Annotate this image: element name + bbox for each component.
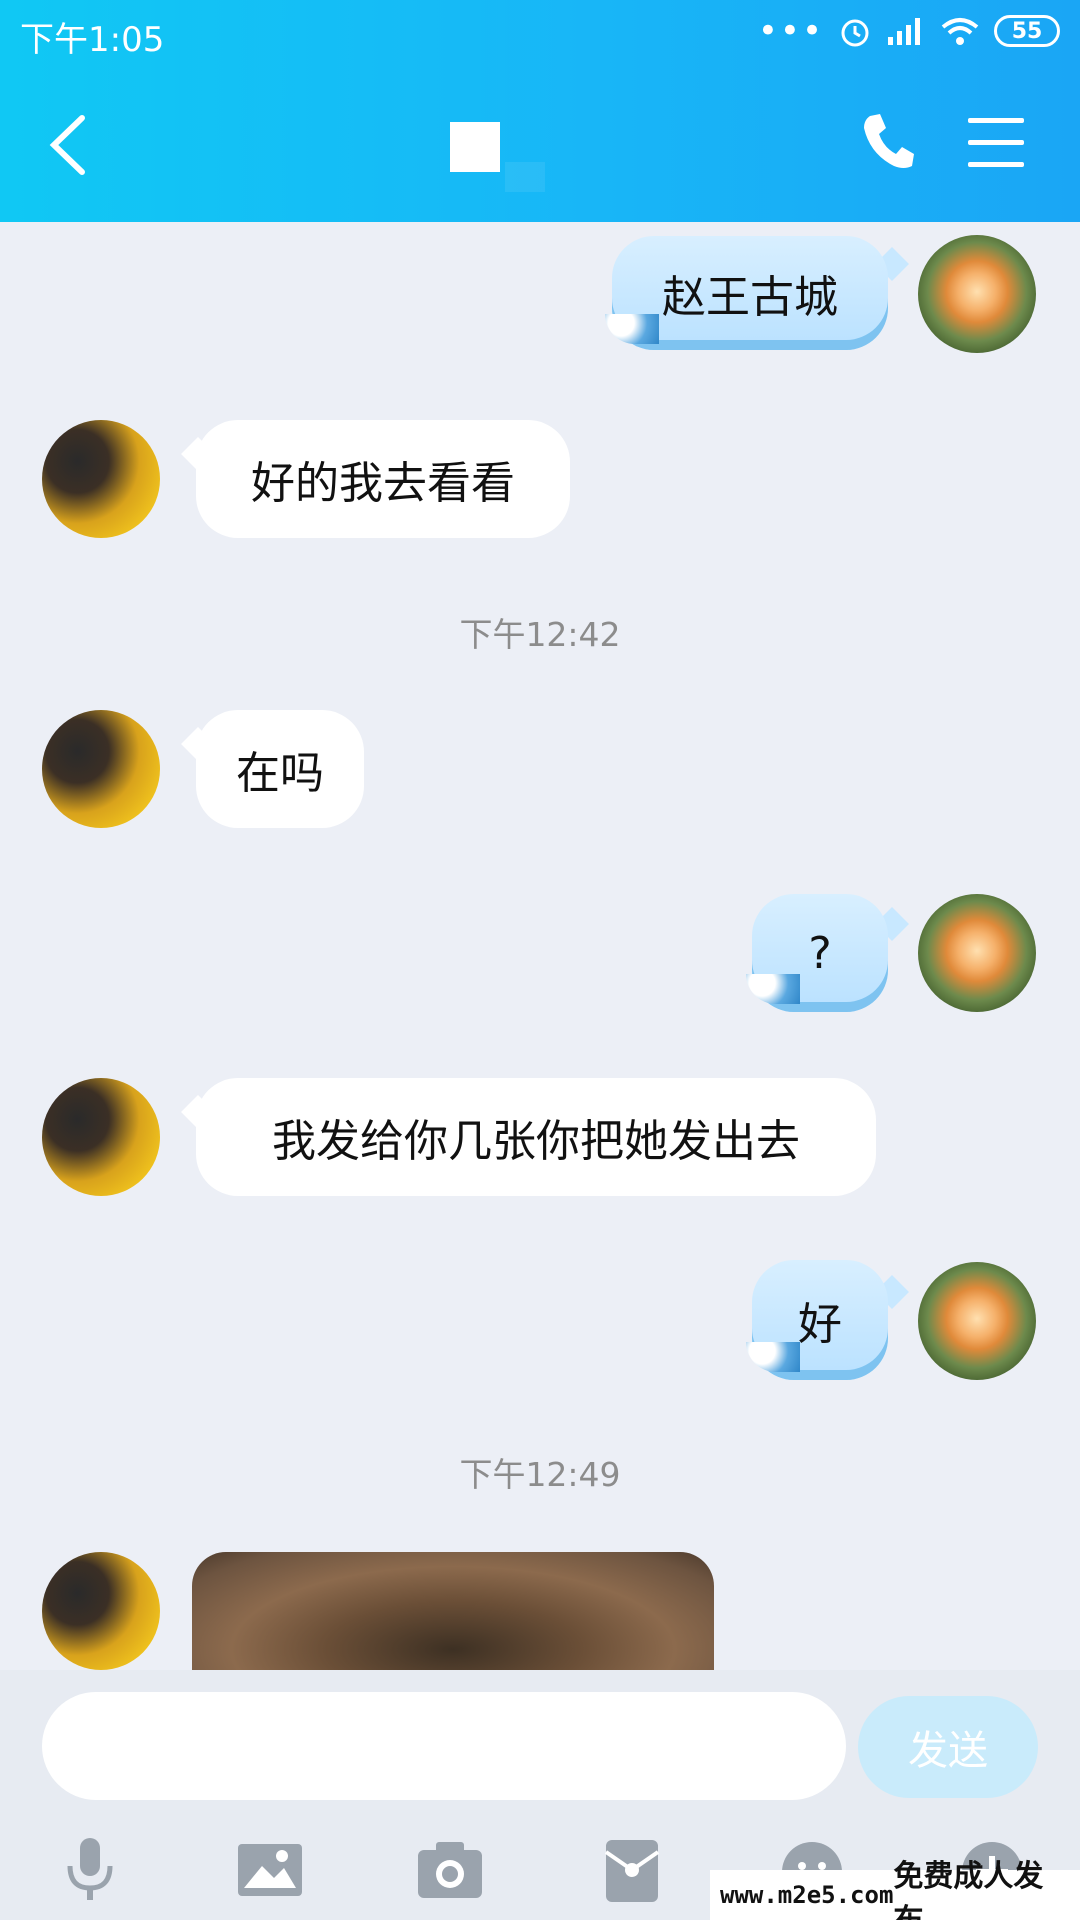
send-button[interactable]: 发送 [858,1696,1038,1798]
battery-indicator: 55 [994,15,1060,47]
watermark: www.m2e5.com 免费成人发布 [710,1859,1080,1920]
microphone-icon[interactable] [54,1834,126,1906]
status-time: 下午1:05 [20,20,165,60]
message-text: 我发给你几张你把她发出去 [272,1116,800,1167]
chat-header: 下午1:05 ••• 55 [0,0,1080,222]
contact-avatar[interactable] [42,1552,160,1670]
status-bar: 下午1:05 ••• 55 [0,0,1080,70]
my-avatar[interactable] [918,894,1036,1012]
alarm-icon [841,19,869,47]
signal-icon [888,18,920,45]
camera-icon[interactable] [414,1834,486,1906]
chevron-left-icon[interactable] [40,110,100,180]
more-dots: ••• [757,11,824,51]
message-input[interactable] [42,1692,846,1800]
message-list[interactable]: 赵王古城 好的我去看看 下午12:42 在吗 ? 我发给你几张你把她发出去 好 … [0,222,1080,1670]
chat-title-redacted [450,122,500,172]
phone-icon[interactable] [860,110,916,172]
wave-decoration [605,314,659,344]
contact-avatar[interactable] [42,710,160,828]
timestamp: 下午12:42 [459,615,621,654]
message-text: 好的我去看看 [251,458,515,509]
message-text: 在吗 [236,748,324,799]
image-message[interactable] [192,1552,714,1670]
input-area: 发送 www.m2e5.com 免费成人发 [0,1670,1080,1920]
message-text: 好 [798,1299,842,1350]
timestamp: 下午12:49 [459,1455,621,1494]
contact-avatar[interactable] [42,420,160,538]
image-icon[interactable] [234,1834,306,1906]
status-icons: ••• 55 [758,14,1060,48]
message-bubble[interactable]: 我发给你几张你把她发出去 [196,1078,876,1196]
message-bubble[interactable]: 好的我去看看 [196,420,570,538]
chat-title-blur [505,162,545,192]
my-avatar[interactable] [918,1262,1036,1380]
wave-decoration [746,1342,800,1372]
message-text: 赵王古城 [662,272,838,323]
contact-avatar[interactable] [42,1078,160,1196]
menu-icon[interactable] [968,118,1024,168]
wifi-icon [941,18,979,45]
message-text: ? [808,927,832,979]
navigation-bar [0,70,1080,222]
message-bubble[interactable]: 在吗 [196,710,364,828]
watermark-url: www.m2e5.com [720,1881,894,1909]
watermark-text: 免费成人发布 [893,1859,1044,1920]
red-packet-icon[interactable] [596,1834,668,1906]
my-avatar[interactable] [918,235,1036,353]
wave-decoration [746,974,800,1004]
